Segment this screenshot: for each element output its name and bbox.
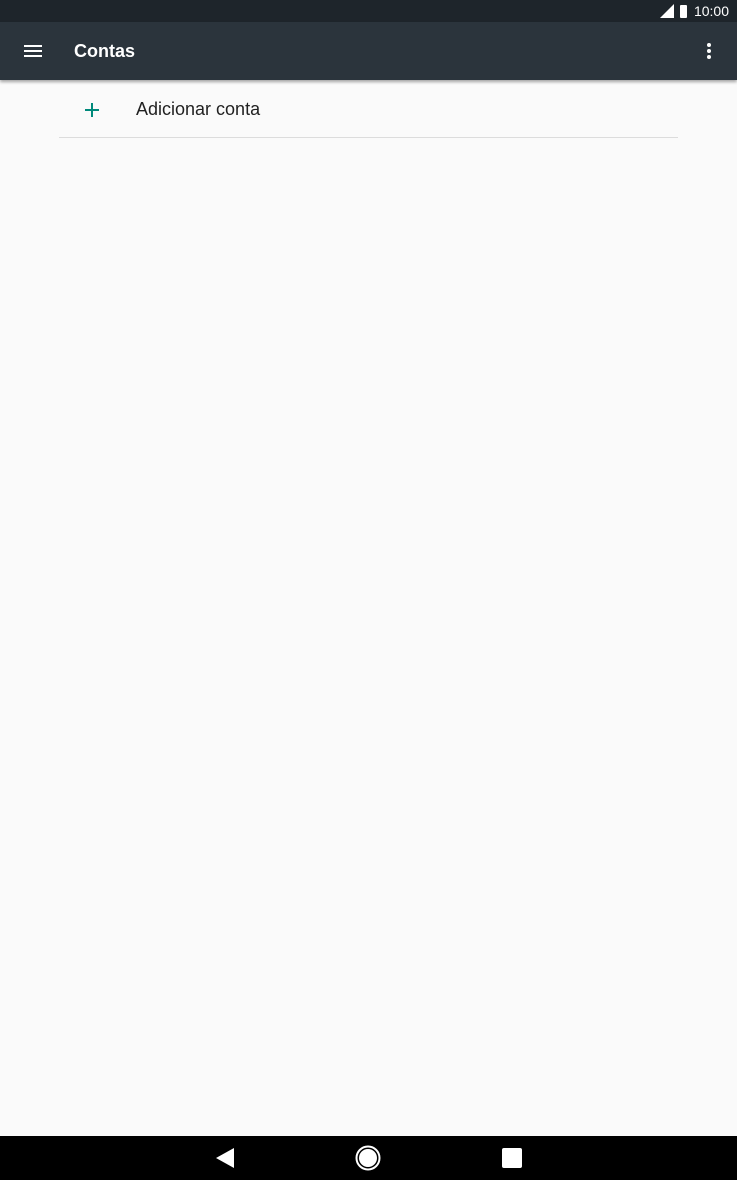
status-time: 10:00 [693,3,729,19]
back-icon[interactable] [195,1136,255,1180]
navigation-bar [0,1136,737,1180]
signal-icon [659,4,674,18]
add-account-item[interactable]: Adicionar conta [59,82,678,138]
status-bar: 10:00 [0,0,737,22]
add-icon [80,98,104,122]
menu-icon[interactable] [21,39,45,63]
app-toolbar: Contas [0,22,737,80]
battery-icon [679,4,687,18]
add-account-label: Adicionar conta [136,99,261,119]
home-icon[interactable] [338,1136,398,1180]
more-vert-icon[interactable] [697,39,721,63]
recents-icon[interactable] [482,1136,542,1180]
page-title: Contas [74,40,136,61]
